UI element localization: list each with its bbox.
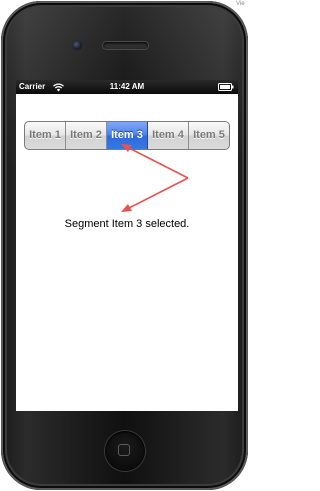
earpiece-speaker	[103, 42, 148, 49]
iphone-device-frame: Carrier 11:42 AM Item 1 Item 2 Item 3 It…	[1, 1, 248, 490]
status-time: 11:42 AM	[109, 82, 145, 91]
front-camera-icon	[73, 41, 82, 50]
annotation-arrow-down	[126, 177, 189, 210]
battery-icon	[218, 83, 234, 91]
segment-item-3[interactable]: Item 3	[107, 122, 148, 149]
home-square-icon	[118, 444, 130, 456]
annotation-arrow-up	[126, 146, 189, 179]
device-screen: Carrier 11:42 AM Item 1 Item 2 Item 3 It…	[16, 80, 238, 411]
segment-item-2[interactable]: Item 2	[66, 122, 107, 149]
segmented-control: Item 1 Item 2 Item 3 Item 4 Item 5	[24, 121, 230, 150]
segment-item-5[interactable]: Item 5	[189, 122, 229, 149]
home-button[interactable]	[105, 431, 145, 471]
page: Vie Carrier 11:42 AM Item 1 Item 2 Item …	[0, 0, 250, 491]
annotation-arrowhead-down	[121, 204, 132, 212]
segment-item-1[interactable]: Item 1	[25, 122, 66, 149]
window-corner-text: Vie	[236, 1, 245, 7]
status-bar: Carrier 11:42 AM	[16, 80, 238, 94]
selection-result-label: Segment Item 3 selected.	[64, 218, 190, 230]
segment-item-4[interactable]: Item 4	[148, 122, 189, 149]
